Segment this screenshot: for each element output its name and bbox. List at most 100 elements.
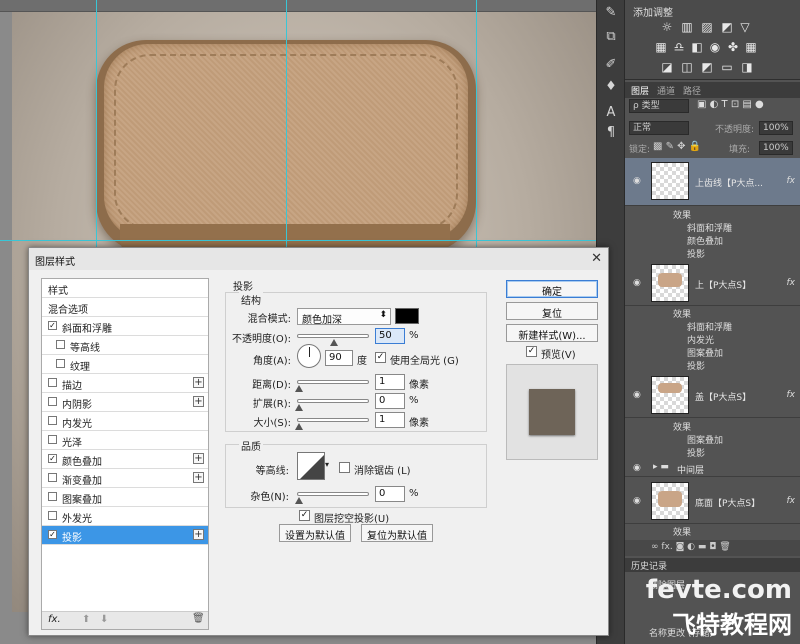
slider-knob[interactable] <box>330 339 338 346</box>
color-balance-icon[interactable]: ♎ <box>671 40 687 54</box>
effect-item[interactable]: 投影 <box>687 446 705 459</box>
style-item[interactable]: 混合选项 <box>42 298 208 317</box>
style-item[interactable]: 内发光 <box>42 412 208 431</box>
curves-icon[interactable]: ▨ <box>699 20 715 34</box>
effect-item[interactable]: 斜面和浮雕 <box>687 221 732 234</box>
brightness-icon[interactable]: ☼ <box>659 20 675 34</box>
vibrance-icon[interactable]: ▽ <box>737 20 753 34</box>
layer-name[interactable]: 上齿线【P大点... <box>695 176 763 189</box>
channel-mixer-icon[interactable]: ✤ <box>725 40 741 54</box>
ok-button[interactable]: 确定 <box>506 280 598 298</box>
distance-slider[interactable] <box>295 380 369 392</box>
lock-icons[interactable]: ▩ ✎ ✥ 🔒 <box>653 141 701 152</box>
brush-icon[interactable]: ♦ <box>602 78 620 96</box>
size-slider[interactable] <box>295 418 369 430</box>
opacity-field[interactable]: 100% <box>759 121 793 135</box>
trash-icon[interactable]: 🗑 <box>192 613 205 624</box>
filter-icons[interactable]: ▣ ◐ T ⊡ ▤ ● <box>697 99 764 110</box>
effect-item[interactable]: 图案叠加 <box>687 346 723 359</box>
effect-item[interactable]: 投影 <box>687 247 705 260</box>
style-item[interactable]: 描边 + <box>42 374 208 393</box>
style-item[interactable]: 光泽 <box>42 431 208 450</box>
layer-filter-select[interactable]: ρ 类型 <box>629 99 689 113</box>
layer-row[interactable]: ◉ 盖【P大点S】 fx <box>625 372 800 418</box>
reset-default-button[interactable]: 复位为默认值 <box>361 524 433 542</box>
knockout-label[interactable]: 图层挖空投影(U) <box>314 510 389 525</box>
spread-slider[interactable] <box>295 399 369 411</box>
style-item[interactable]: 外发光 <box>42 507 208 526</box>
layer-row[interactable]: ◉ 上【P大点S】 fx <box>625 260 800 306</box>
move-up-icon[interactable]: ⬆ <box>82 614 90 625</box>
tab-channels[interactable]: 通道 <box>657 84 675 97</box>
add-effect-icon[interactable]: + <box>193 377 204 388</box>
add-effect-icon[interactable]: + <box>193 396 204 407</box>
style-checkbox[interactable] <box>48 511 57 520</box>
preview-label[interactable]: 预览(V) <box>541 346 576 361</box>
effect-item[interactable]: 图案叠加 <box>687 433 723 446</box>
style-checkbox[interactable]: ✓ <box>48 530 57 539</box>
style-item[interactable]: 图案叠加 <box>42 488 208 507</box>
history-brush-icon[interactable]: ✎ <box>602 4 620 22</box>
style-item[interactable]: 纹理 <box>42 355 208 374</box>
add-effect-icon[interactable]: + <box>193 529 204 540</box>
style-checkbox[interactable] <box>48 492 57 501</box>
antialias-label[interactable]: 消除锯齿 (L) <box>354 462 411 477</box>
style-item[interactable]: ✓ 投影 + <box>42 526 208 545</box>
selective-color-icon[interactable]: ◨ <box>739 60 755 74</box>
layer-name[interactable]: 盖【P大点S】 <box>695 390 751 403</box>
blend-mode-select[interactable]: 颜色加深 ⬍ <box>297 308 391 326</box>
layers-footer-icons[interactable]: ∞ fx. ◙ ◐ ▬ ◘ 🗑 <box>625 540 800 556</box>
antialias-checkbox[interactable] <box>339 462 350 473</box>
paragraph-icon[interactable]: ¶ <box>602 124 620 142</box>
visibility-eye-icon[interactable]: ◉ <box>633 176 645 186</box>
angle-dial[interactable] <box>297 344 321 368</box>
style-checkbox[interactable] <box>48 416 57 425</box>
levels-icon[interactable]: ▥ <box>679 20 695 34</box>
brush-presets-icon[interactable]: ✐ <box>602 56 620 74</box>
style-checkbox[interactable] <box>48 397 57 406</box>
style-item[interactable]: 内阴影 + <box>42 393 208 412</box>
style-checkbox[interactable]: ✓ <box>48 321 57 330</box>
global-light-label[interactable]: 使用全局光 (G) <box>390 352 459 367</box>
opacity-slider[interactable] <box>297 334 369 346</box>
style-checkbox[interactable] <box>48 435 57 444</box>
contour-picker[interactable] <box>297 452 325 480</box>
add-effect-icon[interactable]: + <box>193 453 204 464</box>
visibility-eye-icon[interactable]: ◉ <box>633 390 645 400</box>
tab-paths[interactable]: 路径 <box>683 84 701 97</box>
blend-mode-select[interactable]: 正常 <box>629 121 689 135</box>
style-checkbox[interactable]: ✓ <box>48 454 57 463</box>
effect-item[interactable]: 斜面和浮雕 <box>687 320 732 333</box>
slider-knob[interactable] <box>295 385 303 392</box>
style-checkbox[interactable] <box>56 340 65 349</box>
slider-knob[interactable] <box>295 497 303 504</box>
set-default-button[interactable]: 设置为默认值 <box>279 524 351 542</box>
style-checkbox[interactable] <box>48 473 57 482</box>
slider-knob[interactable] <box>295 423 303 430</box>
add-effect-icon[interactable]: + <box>193 472 204 483</box>
new-style-button[interactable]: 新建样式(W)... <box>506 324 598 342</box>
style-item[interactable]: ✓ 颜色叠加 + <box>42 450 208 469</box>
photo-filter-icon[interactable]: ◉ <box>707 40 723 54</box>
style-item[interactable]: ✓ 斜面和浮雕 <box>42 317 208 336</box>
dialog-titlebar[interactable]: 图层样式 <box>29 248 608 270</box>
visibility-eye-icon[interactable]: ◉ <box>633 463 645 473</box>
layer-row[interactable]: ◉ 上齿线【P大点... fx <box>625 158 800 206</box>
knockout-checkbox[interactable]: ✓ <box>299 510 310 521</box>
style-checkbox[interactable] <box>48 378 57 387</box>
layer-name[interactable]: 中间层 <box>677 463 704 476</box>
spread-input[interactable]: 0 <box>375 393 405 409</box>
threshold-icon[interactable]: ◩ <box>699 60 715 74</box>
character-icon[interactable]: A <box>602 104 620 122</box>
shadow-color-swatch[interactable] <box>395 308 419 324</box>
invert-icon[interactable]: ◪ <box>659 60 675 74</box>
close-icon[interactable]: ✕ <box>591 251 602 266</box>
clone-source-icon[interactable]: ⧉ <box>602 28 620 46</box>
distance-input[interactable]: 1 <box>375 374 405 390</box>
preview-checkbox[interactable]: ✓ <box>526 346 537 357</box>
reset-button[interactable]: 复位 <box>506 302 598 320</box>
style-checkbox[interactable] <box>56 359 65 368</box>
fx-icon[interactable]: fx <box>787 176 796 186</box>
noise-slider[interactable] <box>295 492 369 504</box>
global-light-checkbox[interactable]: ✓ <box>375 352 386 363</box>
